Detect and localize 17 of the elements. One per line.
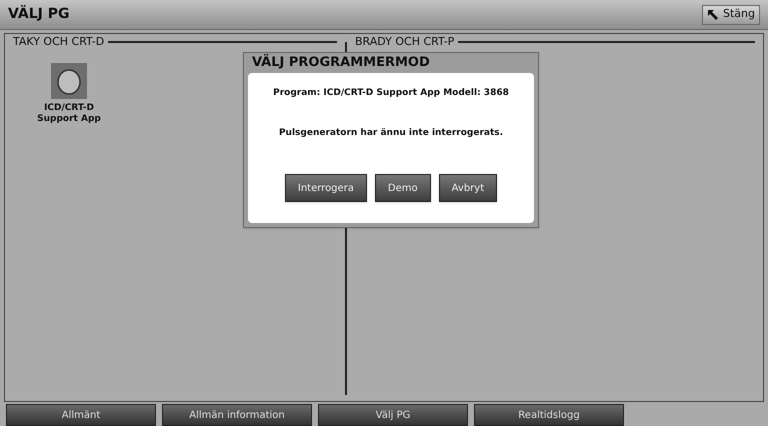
bottom-tab[interactable]: Välj PG — [318, 404, 468, 426]
device-icon — [51, 62, 87, 98]
dialog-text: Pulsgeneratorn har ännu inte interrogerats. — [278, 126, 504, 140]
dialog-text: Program: ICD/CRT-D Support App Modell: 3868 — [273, 87, 509, 100]
app-launcher[interactable]: ICD/CRT-D Support App — [33, 62, 105, 124]
group-title: BRADY OCH CRT-P — [355, 34, 454, 50]
dialog-button[interactable]: Avbryt — [438, 174, 498, 202]
dialog-button[interactable]: Demo — [374, 174, 431, 202]
dialog-title: VÄLJ PROGRAMMERMOD — [251, 53, 431, 72]
group-title: TAKY OCH CRT-D — [13, 34, 104, 50]
window-title: VÄLJ PG — [8, 4, 70, 24]
bottom-tab[interactable]: Allmän information — [162, 404, 312, 426]
dialog-button[interactable]: Interrogera — [284, 174, 367, 202]
close-button[interactable]: Stäng — [702, 4, 760, 24]
cursor-arrow-icon — [707, 8, 719, 20]
bottom-tab[interactable]: Realtidslogg — [474, 404, 624, 426]
bottom-tab[interactable]: Allmänt — [6, 404, 156, 426]
